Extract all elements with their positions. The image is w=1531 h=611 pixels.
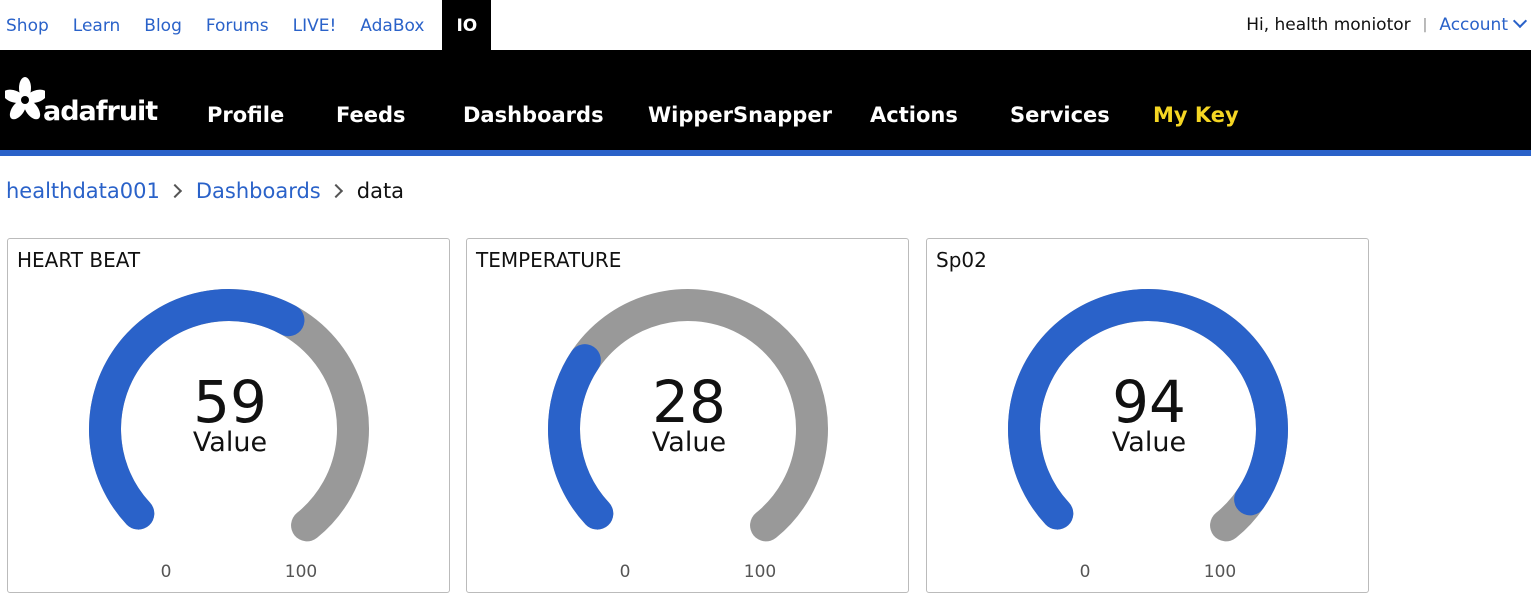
nav-accent-stripe xyxy=(0,150,1531,156)
gauge-value: 59 xyxy=(193,368,267,436)
gauge-min-label: 0 xyxy=(620,562,631,582)
top-link-learn[interactable]: Learn xyxy=(67,0,133,50)
top-link-io[interactable]: IO xyxy=(442,0,492,50)
gauge-min-label: 0 xyxy=(1080,562,1091,582)
gauge-widget: 59 Value 0 100 xyxy=(88,289,369,582)
top-link-adabox[interactable]: AdaBox xyxy=(354,0,436,50)
gauge-value-label: Value xyxy=(652,427,726,458)
gauge-max-label: 100 xyxy=(285,562,317,582)
gauge-card-heart-beat[interactable]: HEART BEAT 59 Value 0 100 xyxy=(7,238,450,593)
separator: | xyxy=(1422,17,1428,33)
nav-services[interactable]: Services xyxy=(1010,100,1110,130)
breadcrumb-user[interactable]: healthdata001 xyxy=(6,179,160,203)
top-link-live[interactable]: LIVE! xyxy=(287,0,349,50)
nav-actions[interactable]: Actions xyxy=(870,100,958,130)
account-label: Account xyxy=(1439,15,1508,35)
flower-logo-icon xyxy=(5,77,45,120)
top-utility-bar: Shop Learn Blog Forums LIVE! AdaBox IO H… xyxy=(0,0,1531,50)
chevron-down-icon xyxy=(1512,13,1528,29)
logo-wordmark: adafruit xyxy=(43,96,158,127)
gauge-title: Sp02 xyxy=(936,248,987,272)
nav-profile[interactable]: Profile xyxy=(207,100,284,130)
gauge-title: HEART BEAT xyxy=(17,248,141,272)
gauge-fill xyxy=(548,344,614,530)
gauge-value: 94 xyxy=(1112,368,1186,436)
gauge-value: 28 xyxy=(652,368,726,436)
breadcrumb: healthdata001 Dashboards data xyxy=(6,177,404,205)
gauge-title: TEMPERATURE xyxy=(476,248,622,272)
breadcrumb-dashboards[interactable]: Dashboards xyxy=(196,179,321,203)
user-menu: Hi, health moniotor | Account xyxy=(1246,0,1531,50)
gauge-card-temperature[interactable]: TEMPERATURE 28 Value 0 100 xyxy=(466,238,909,593)
main-nav: adafruit Profile Feeds Dashboards Wipper… xyxy=(0,50,1531,150)
nav-feeds[interactable]: Feeds xyxy=(336,100,406,130)
top-link-shop[interactable]: Shop xyxy=(0,0,61,50)
gauge-card-spo2[interactable]: Sp02 94 Value 0 100 xyxy=(926,238,1369,593)
adafruit-logo[interactable]: adafruit xyxy=(5,76,158,127)
nav-dashboards[interactable]: Dashboards xyxy=(463,100,604,130)
nav-wippersnapper[interactable]: WipperSnapper xyxy=(648,100,832,130)
breadcrumb-current: data xyxy=(356,179,405,203)
nav-my-key[interactable]: My Key xyxy=(1153,100,1239,130)
gauge-value-label: Value xyxy=(193,427,267,458)
account-menu-button[interactable]: Account xyxy=(1439,13,1531,35)
gauge-widget: 94 Value 0 100 xyxy=(1008,289,1288,582)
top-link-blog[interactable]: Blog xyxy=(138,0,194,50)
chevron-right-icon xyxy=(167,183,182,199)
chevron-right-icon xyxy=(328,183,343,199)
top-link-forums[interactable]: Forums xyxy=(200,0,281,50)
gauge-max-label: 100 xyxy=(744,562,776,582)
gauge-min-label: 0 xyxy=(161,562,172,582)
gauge-value-label: Value xyxy=(1112,427,1186,458)
top-links: Shop Learn Blog Forums LIVE! AdaBox IO xyxy=(0,0,497,50)
user-greeting: Hi, health moniotor xyxy=(1246,15,1411,35)
gauge-max-label: 100 xyxy=(1204,562,1236,582)
gauge-widget: 28 Value 0 100 xyxy=(548,289,828,582)
